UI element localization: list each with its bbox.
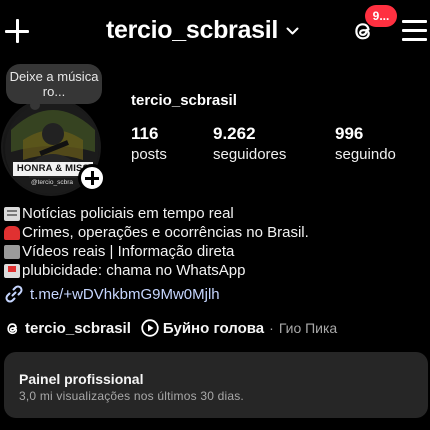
inbox-tray-icon [4,263,20,278]
stat-followers[interactable]: 9.262 seguidores [213,124,286,163]
bio-line-text: Vídeos reais | Informação direta [22,243,235,260]
bio-line: Notícias policiais em tempo real [4,204,424,223]
newspaper-icon [4,206,20,221]
add-story-plus-icon[interactable] [78,164,106,192]
stat-following[interactable]: 996 seguindo [335,124,396,163]
threads-profile-link[interactable]: tercio_scbrasil [25,320,131,337]
profile-display-name: tercio_scbrasil [131,92,237,109]
menu-icon[interactable] [402,20,427,41]
bio-line-text: plubicidade: chama no WhatsApp [22,262,246,279]
note-text: Deixe a música ro... [9,69,99,99]
stat-following-value: 996 [335,124,364,143]
notification-badge[interactable]: 9... [365,5,397,27]
create-plus-icon[interactable] [4,18,30,44]
threads-small-icon [7,322,18,334]
stat-followers-label: seguidores [213,146,287,163]
stat-following-label: seguindo [335,146,396,163]
stat-posts[interactable]: 116 posts [131,124,167,163]
profile-avatar[interactable]: HONRA & MISS @tercio_scbra [0,98,112,198]
music-separator: · [269,320,274,336]
note-bubble[interactable]: Deixe a música ro... [6,64,102,104]
account-switcher[interactable]: tercio_scbrasil [106,16,299,45]
bio-line-text: Crimes, operações e ocorrências no Brasi… [22,224,309,241]
bio: Notícias policiais em tempo real Crimes,… [4,204,424,280]
music-song-title[interactable]: Буйно голова [163,320,264,337]
stat-posts-label: posts [131,146,167,163]
bio-link[interactable]: t.me/+wDVhkbmG9Mw0Mjlh [4,284,220,304]
professional-dashboard-subtitle: 3,0 mi visualizações nos últimos 30 dias… [19,389,244,403]
link-icon [5,285,23,303]
chevron-down-icon [286,27,299,35]
police-light-icon [4,225,20,240]
threads-music-row: tercio_scbrasil Буйно голова · Гио Пика [4,319,337,337]
professional-dashboard-title: Painel profissional [19,371,144,387]
bio-line: Vídeos reais | Informação direta [4,242,424,261]
note-bubble-tail [30,100,40,110]
play-icon[interactable] [141,319,159,337]
top-bar: tercio_scbrasil 9... [0,0,430,62]
music-artist: Гио Пика [278,320,338,336]
bio-line: plubicidade: chama no WhatsApp [4,261,424,280]
stat-followers-value: 9.262 [213,124,256,143]
stat-posts-value: 116 [131,124,159,143]
movie-camera-icon [4,244,20,259]
professional-dashboard-panel[interactable]: Painel profissional 3,0 mi visualizações… [4,352,428,418]
bio-link-text: t.me/+wDVhkbmG9Mw0Mjlh [30,285,220,303]
header-username: tercio_scbrasil [106,16,278,44]
bio-line: Crimes, operações e ocorrências no Brasi… [4,223,424,242]
bio-line-text: Notícias policiais em tempo real [22,205,234,222]
avatar-handle-text: @tercio_scbra [31,179,74,186]
